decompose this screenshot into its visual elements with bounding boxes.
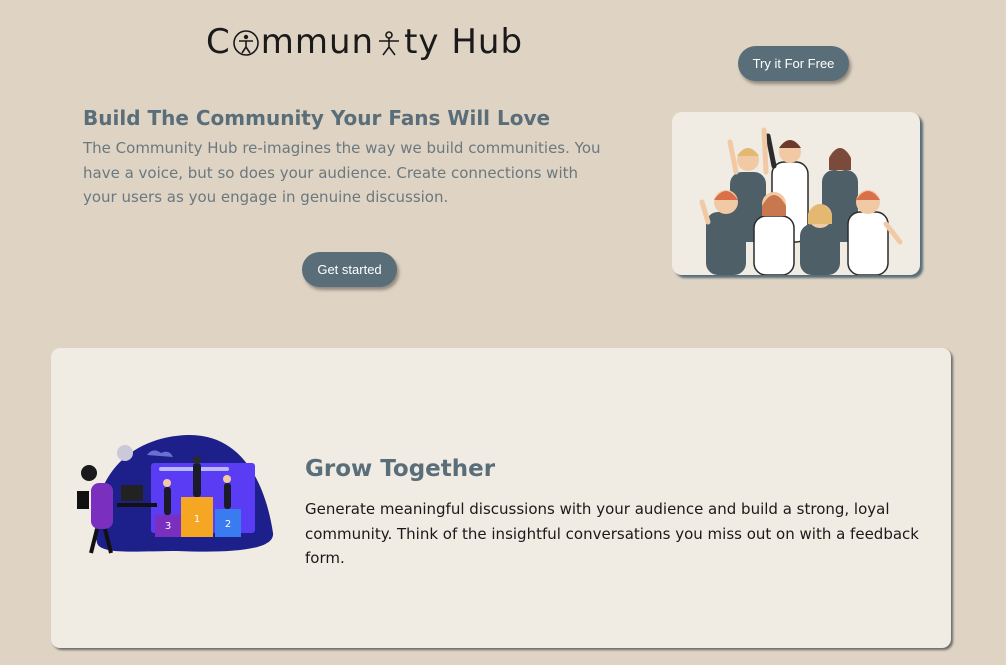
site-logo[interactable]: C mmun ty Hub — [206, 22, 523, 62]
try-free-button[interactable]: Try it For Free — [738, 46, 849, 81]
podium-first-label: 1 — [194, 514, 200, 525]
hero-title: Build The Community Your Fans Will Love — [83, 106, 551, 130]
hero-description: The Community Hub re-imagines the way we… — [83, 139, 601, 206]
podium-second-label: 2 — [225, 519, 231, 530]
cheering-crowd-illustration — [672, 112, 920, 275]
person-icon — [231, 27, 261, 57]
logo-text-middle: mmun — [260, 22, 375, 62]
podium-illustration: 1 2 3 — [77, 433, 277, 558]
get-started-button[interactable]: Get started — [302, 252, 397, 287]
feature-description: Generate meaningful discussions with you… — [305, 500, 919, 567]
logo-text-end: ty Hub — [404, 22, 524, 62]
person-icon — [374, 27, 404, 57]
feature-title: Grow Together — [305, 456, 496, 482]
logo-text-start: C — [206, 22, 231, 62]
feature-card: 1 2 3 Grow Together Generate meaningful … — [51, 348, 951, 648]
podium-third-label: 3 — [165, 521, 171, 532]
